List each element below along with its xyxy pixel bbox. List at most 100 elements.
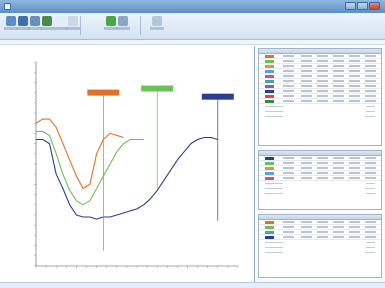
table-cell bbox=[365, 65, 376, 67]
series-color-swatch bbox=[265, 70, 274, 73]
table-cell bbox=[365, 70, 376, 72]
table-cell bbox=[283, 55, 294, 57]
table-cell bbox=[301, 236, 312, 238]
table-cell bbox=[301, 60, 312, 62]
table-cell bbox=[301, 231, 312, 233]
table-cell bbox=[365, 75, 376, 77]
table-cell bbox=[301, 157, 312, 159]
property-key bbox=[265, 116, 283, 117]
table-cell bbox=[349, 85, 360, 87]
table-cell bbox=[333, 75, 344, 77]
table-cell bbox=[349, 60, 360, 62]
series-color-swatch bbox=[265, 226, 274, 229]
ribbon-separator bbox=[80, 16, 81, 35]
close-button[interactable] bbox=[369, 2, 380, 10]
maximize-button[interactable] bbox=[357, 2, 368, 10]
series-color-swatch bbox=[265, 100, 274, 103]
results-section-2 bbox=[258, 150, 382, 210]
table-cell bbox=[317, 65, 328, 67]
table-cell bbox=[301, 172, 312, 174]
save-icon bbox=[18, 16, 28, 26]
grid-button[interactable] bbox=[150, 16, 164, 33]
property-row bbox=[259, 250, 381, 255]
property-key bbox=[265, 106, 283, 107]
series-color-swatch bbox=[265, 80, 274, 83]
zoom-button[interactable] bbox=[116, 16, 130, 33]
table-cell bbox=[301, 65, 312, 67]
table-cell bbox=[283, 75, 294, 77]
table-cell bbox=[365, 85, 376, 87]
table-cell bbox=[365, 177, 376, 179]
property-key bbox=[265, 242, 283, 243]
table-cell bbox=[317, 157, 328, 159]
table-cell bbox=[301, 226, 312, 228]
table-cell bbox=[301, 95, 312, 97]
table-cell bbox=[349, 231, 360, 233]
table-cell bbox=[333, 177, 344, 179]
table-cell bbox=[333, 231, 344, 233]
export-button[interactable] bbox=[40, 16, 54, 33]
property-value bbox=[366, 193, 375, 194]
table-cell bbox=[283, 167, 294, 169]
table-cell bbox=[283, 70, 294, 72]
property-value bbox=[366, 116, 375, 117]
ribbon-button-label bbox=[116, 27, 130, 30]
table-cell bbox=[301, 177, 312, 179]
title-bar bbox=[0, 0, 385, 13]
minimize-button[interactable] bbox=[345, 2, 356, 10]
table-cell bbox=[301, 100, 312, 102]
table-cell bbox=[283, 157, 294, 159]
series-color-swatch bbox=[265, 167, 274, 170]
table-cell bbox=[365, 100, 376, 102]
application-window bbox=[0, 0, 385, 288]
property-value bbox=[366, 111, 375, 112]
table-cell bbox=[317, 231, 328, 233]
property-key bbox=[265, 188, 283, 189]
table-cell bbox=[349, 172, 360, 174]
ribbon-group-labels bbox=[0, 40, 385, 45]
table-cell bbox=[301, 70, 312, 72]
series-color-swatch bbox=[265, 221, 274, 224]
table-cell bbox=[283, 231, 294, 233]
ribbon-button-label bbox=[66, 27, 80, 30]
series-color-swatch bbox=[265, 55, 274, 58]
table-cell bbox=[365, 167, 376, 169]
table-cell bbox=[365, 90, 376, 92]
table-cell bbox=[317, 90, 328, 92]
property-row bbox=[259, 191, 381, 196]
table-cell bbox=[317, 172, 328, 174]
table-cell bbox=[283, 177, 294, 179]
table-cell bbox=[333, 226, 344, 228]
table-cell bbox=[349, 157, 360, 159]
line-chart bbox=[34, 61, 239, 268]
table-cell bbox=[283, 90, 294, 92]
table-cell bbox=[283, 100, 294, 102]
ribbon-button-label bbox=[150, 27, 164, 30]
property-value bbox=[366, 247, 375, 248]
series-line-3 bbox=[36, 130, 144, 206]
zoom-icon bbox=[118, 16, 128, 26]
series-color-swatch bbox=[265, 95, 274, 98]
table-cell bbox=[365, 231, 376, 233]
table-cell bbox=[365, 226, 376, 228]
table-cell bbox=[349, 90, 360, 92]
table-cell bbox=[349, 236, 360, 238]
table-cell bbox=[349, 221, 360, 223]
settings-button[interactable] bbox=[66, 16, 80, 33]
table-cell bbox=[301, 55, 312, 57]
table-cell bbox=[283, 172, 294, 174]
table-cell bbox=[349, 70, 360, 72]
table-cell bbox=[283, 60, 294, 62]
series-color-swatch bbox=[265, 85, 274, 88]
property-key bbox=[265, 247, 283, 248]
table-cell bbox=[333, 221, 344, 223]
annotation-label-box bbox=[141, 85, 174, 92]
status-bar bbox=[0, 282, 385, 288]
table-cell bbox=[317, 226, 328, 228]
open-icon bbox=[6, 16, 16, 26]
table-cell bbox=[349, 100, 360, 102]
table-cell bbox=[349, 65, 360, 67]
table-cell bbox=[365, 236, 376, 238]
table-cell bbox=[333, 167, 344, 169]
table-cell bbox=[301, 85, 312, 87]
